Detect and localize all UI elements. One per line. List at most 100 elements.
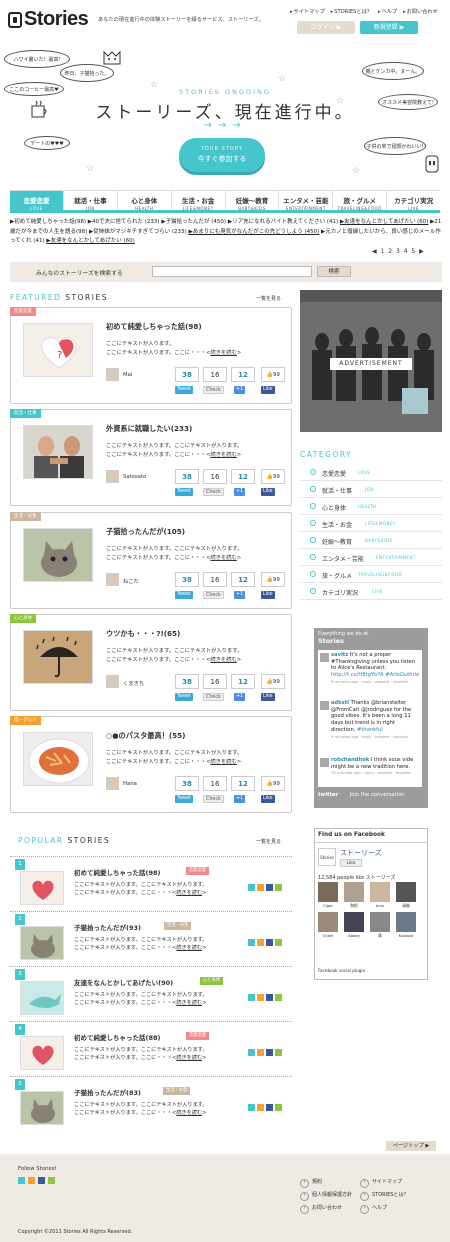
login-button[interactable]: ログイン ▶: [297, 21, 355, 34]
register-button[interactable]: 新規登録 ▶: [360, 21, 418, 34]
ticker-link[interactable]: ▶あまりにも臭気がなんだがこの先どうしよう (450): [188, 229, 319, 235]
twitter-icon[interactable]: [18, 1177, 25, 1184]
link-about[interactable]: STORIESとは？: [331, 8, 372, 15]
story-thumbnail[interactable]: [23, 630, 93, 684]
friend-name[interactable]: Amy: [369, 903, 391, 908]
featured-more-link[interactable]: 一覧を見る: [256, 295, 281, 302]
read-more-link[interactable]: 続きを読む: [176, 1000, 202, 1006]
twitter-icon[interactable]: [248, 994, 255, 1001]
category-item-love[interactable]: › 恋愛恋愛 LOVE: [300, 464, 442, 481]
footer-link[interactable]: サイトマップ: [360, 1178, 402, 1188]
story-title[interactable]: 子猫拾ったんだが(93): [74, 922, 141, 932]
rss-icon[interactable]: [257, 939, 264, 946]
facebook-like-button[interactable]: Like: [261, 795, 275, 803]
read-more-link[interactable]: 続きを読む: [210, 555, 237, 561]
ticker-link[interactable]: ▶40で夫に捨てられた (233): [88, 219, 160, 225]
twitter-icon[interactable]: [248, 939, 255, 946]
check-button[interactable]: Check: [203, 795, 224, 803]
category-tag[interactable]: 恋愛恋愛: [186, 1032, 210, 1040]
category-item-entertainment[interactable]: › エンタメ・芸能 ENTERTAINMENT: [300, 549, 442, 566]
tab-entertainment[interactable]: エンタメ・芸能 ENTERTAINMENT: [279, 191, 334, 211]
friend-avatar[interactable]: [318, 912, 338, 932]
friend-name[interactable]: Abbey: [343, 933, 365, 938]
avatar[interactable]: [106, 368, 119, 381]
category-tag[interactable]: 恋愛恋愛: [10, 307, 36, 316]
friend-name[interactable]: Kaizozo: [395, 933, 417, 938]
footer-link[interactable]: 規約: [300, 1178, 322, 1188]
tweet-button[interactable]: Tweet: [175, 693, 193, 701]
story-title[interactable]: 子猫拾ったんだが(83): [74, 1087, 141, 1097]
facebook-like-button[interactable]: Like: [261, 591, 275, 599]
read-more-link[interactable]: 続きを読む: [176, 890, 202, 896]
link-contact[interactable]: お問い合わせ: [403, 8, 438, 15]
footer-link[interactable]: ヘルプ: [360, 1204, 387, 1214]
search-input[interactable]: [152, 266, 312, 277]
mixi-icon[interactable]: [275, 994, 282, 1001]
facebook-like-button[interactable]: Like: [340, 859, 362, 867]
category-tag[interactable]: 生活・お金: [164, 922, 192, 930]
logo[interactable]: Stories: [8, 8, 89, 31]
story-title[interactable]: ウツかも・・・?!(65): [106, 629, 180, 639]
category-tag[interactable]: 生活・お金: [10, 512, 41, 521]
avatar[interactable]: [106, 777, 119, 790]
category-item-job[interactable]: › 就活・仕事 JOB: [300, 481, 442, 498]
check-button[interactable]: Check: [203, 693, 224, 701]
avatar[interactable]: [106, 675, 119, 688]
search-button[interactable]: 検索: [317, 266, 351, 277]
story-title[interactable]: 友達をなんとかしてあげたい(90): [74, 977, 173, 987]
rss-icon[interactable]: [257, 884, 264, 891]
ticker-link[interactable]: ▶初めて純愛しちゃった話(98): [10, 219, 86, 225]
ticker-link[interactable]: ▶友達をなんとかしてあげたい (60): [340, 219, 428, 225]
twitter-footer[interactable]: twitter Join the conversation: [318, 792, 404, 798]
facebook-like-button[interactable]: Like: [261, 488, 275, 496]
plusone-button[interactable]: +1: [234, 488, 246, 496]
tab-traveling-food[interactable]: 旅・グルメ TRAVELING&FOOD: [333, 191, 388, 211]
category-tag[interactable]: 心と身体: [10, 614, 36, 623]
friend-avatar[interactable]: [344, 882, 364, 902]
link-sitemap[interactable]: サイトマップ: [290, 8, 325, 15]
story-thumbnail[interactable]: [23, 732, 93, 786]
footer-link[interactable]: お問い合わせ: [300, 1204, 342, 1214]
category-item-baby-kids[interactable]: › 妊娠～教育 BABY&KIDS: [300, 532, 442, 549]
story-thumbnail[interactable]: [23, 425, 93, 479]
category-item-health[interactable]: › 心と身体 HEALTH: [300, 498, 442, 515]
plusone-button[interactable]: +1: [234, 693, 246, 701]
friend-name[interactable]: Cigar: [317, 903, 339, 908]
tweet-button[interactable]: Tweet: [175, 591, 193, 599]
category-tag[interactable]: 心と身体: [200, 977, 224, 985]
avatar[interactable]: [106, 470, 119, 483]
page-top-button[interactable]: ページトップ ▶: [386, 1141, 436, 1151]
story-title[interactable]: 初めて純愛しちゃった話(88): [74, 1032, 161, 1042]
tab-love[interactable]: 恋愛恋愛 LOVE: [10, 191, 64, 211]
tab-health[interactable]: 心と身体 HEALTH: [118, 191, 172, 211]
avatar[interactable]: [106, 573, 119, 586]
twitter-icon[interactable]: [248, 1049, 255, 1056]
read-more-link[interactable]: 続きを読む: [210, 452, 237, 458]
check-button[interactable]: Check: [203, 386, 224, 394]
facebook-icon[interactable]: [266, 939, 273, 946]
rss-icon[interactable]: [257, 1049, 264, 1056]
join-now-button[interactable]: YOUR STORY 今すぐ参加する: [179, 138, 265, 172]
tweet-button[interactable]: Tweet: [175, 386, 193, 394]
tab-job[interactable]: 就活・仕事 JOB: [64, 191, 118, 211]
facebook-icon[interactable]: [38, 1177, 45, 1184]
facebook-icon[interactable]: [266, 884, 273, 891]
story-thumbnail[interactable]: [20, 871, 64, 905]
rss-icon[interactable]: [257, 1104, 264, 1111]
ticker-link[interactable]: ▶子猫拾ったんだが (450): [161, 219, 226, 225]
author-name[interactable]: Hana: [123, 781, 137, 787]
category-item-live[interactable]: › カテゴリ実況 LIVE: [300, 583, 442, 600]
friend-avatar[interactable]: [396, 882, 416, 902]
author-name[interactable]: Satosato: [123, 474, 146, 480]
author-name[interactable]: くまきち: [123, 679, 144, 687]
story-title[interactable]: 外資系に就職したい(233): [106, 424, 192, 434]
story-thumbnail[interactable]: ?: [23, 323, 93, 377]
ticker-link[interactable]: ▶従姉妹がマジキチすぎてつらい (233): [89, 229, 187, 235]
plusone-button[interactable]: +1: [234, 795, 246, 803]
footer-link[interactable]: 個人情報保護方針: [300, 1191, 352, 1201]
facebook-icon[interactable]: [266, 994, 273, 1001]
footer-link[interactable]: STORIESとは？: [360, 1191, 408, 1201]
tweet-list[interactable]: savitz It's not a proper #Thanksgiving u…: [318, 650, 422, 787]
link-help[interactable]: ヘルプ: [378, 8, 398, 15]
tweet-button[interactable]: Tweet: [175, 795, 193, 803]
